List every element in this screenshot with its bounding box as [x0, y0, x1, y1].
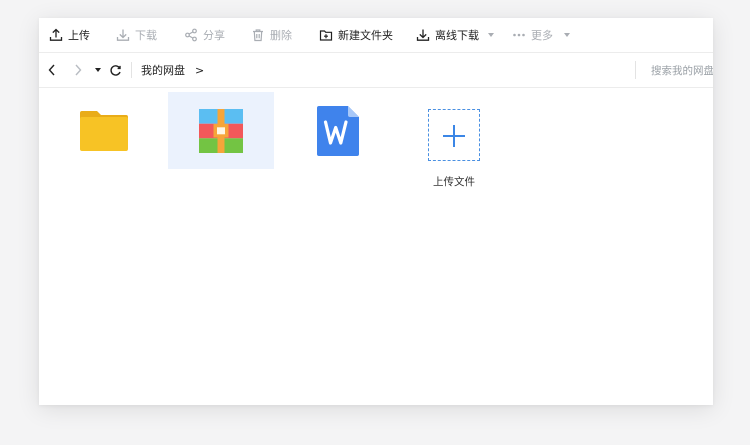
- share-button[interactable]: 分享: [184, 18, 225, 52]
- breadcrumb-item-root[interactable]: 我的网盘: [141, 62, 185, 78]
- offline-download-button[interactable]: 离线下载: [416, 18, 494, 52]
- word-doc-icon: [317, 105, 359, 156]
- download-label: 下载: [135, 29, 157, 42]
- caret-down-icon: [95, 68, 101, 72]
- search-placeholder: 搜索我的网盘: [651, 64, 713, 77]
- breadcrumb-chevron-icon: >: [195, 63, 205, 77]
- download-button[interactable]: 下载: [116, 18, 157, 52]
- new-folder-button[interactable]: 新建文件夹: [319, 18, 393, 52]
- upload-file-label: 上传文件: [433, 176, 475, 188]
- navigation-bar: 我的网盘 > 搜索我的网盘: [39, 53, 713, 88]
- share-icon: [185, 28, 197, 42]
- delete-label: 删除: [270, 29, 292, 42]
- more-dots-icon: [513, 33, 525, 37]
- delete-button[interactable]: 删除: [251, 18, 292, 52]
- forward-button[interactable]: [71, 61, 85, 79]
- chevron-down-icon: [564, 33, 570, 37]
- history-dropdown-button[interactable]: [93, 61, 103, 79]
- nav-divider: [131, 62, 132, 78]
- more-button[interactable]: 更多: [512, 18, 570, 52]
- file-item-word-doc[interactable]: [285, 92, 391, 169]
- refresh-button[interactable]: [107, 61, 123, 79]
- offline-download-icon: [416, 29, 430, 41]
- archive-icon: [199, 108, 243, 153]
- more-label: 更多: [531, 29, 553, 42]
- toolbar: 上传 下载 分享 删除 新建文件夹 离线下载 更多: [39, 18, 713, 53]
- file-grid: 上传文件: [39, 88, 713, 405]
- chevron-down-icon: [488, 33, 494, 37]
- refresh-icon: [109, 64, 121, 76]
- upload-button[interactable]: 上传: [49, 18, 90, 52]
- chevron-left-icon: [48, 64, 55, 76]
- folder-icon: [80, 110, 128, 151]
- upload-label: 上传: [68, 29, 90, 42]
- breadcrumb: 我的网盘 >: [141, 61, 204, 79]
- new-folder-icon: [319, 30, 333, 41]
- new-folder-label: 新建文件夹: [338, 29, 393, 42]
- search-input[interactable]: 搜索我的网盘: [635, 61, 713, 79]
- file-item-archive[interactable]: [168, 92, 274, 169]
- upload-icon: [49, 28, 63, 41]
- trash-icon: [253, 29, 263, 42]
- back-button[interactable]: [45, 61, 59, 79]
- offline-download-label: 离线下载: [435, 29, 479, 42]
- share-label: 分享: [203, 29, 225, 42]
- file-item-folder[interactable]: [51, 92, 157, 169]
- file-manager-window: 上传 下载 分享 删除 新建文件夹 离线下载 更多 我的网盘 > 搜索我的网盘 …: [39, 18, 713, 405]
- upload-file-tile[interactable]: [428, 109, 480, 161]
- download-icon: [116, 29, 130, 41]
- chevron-right-icon: [75, 64, 82, 76]
